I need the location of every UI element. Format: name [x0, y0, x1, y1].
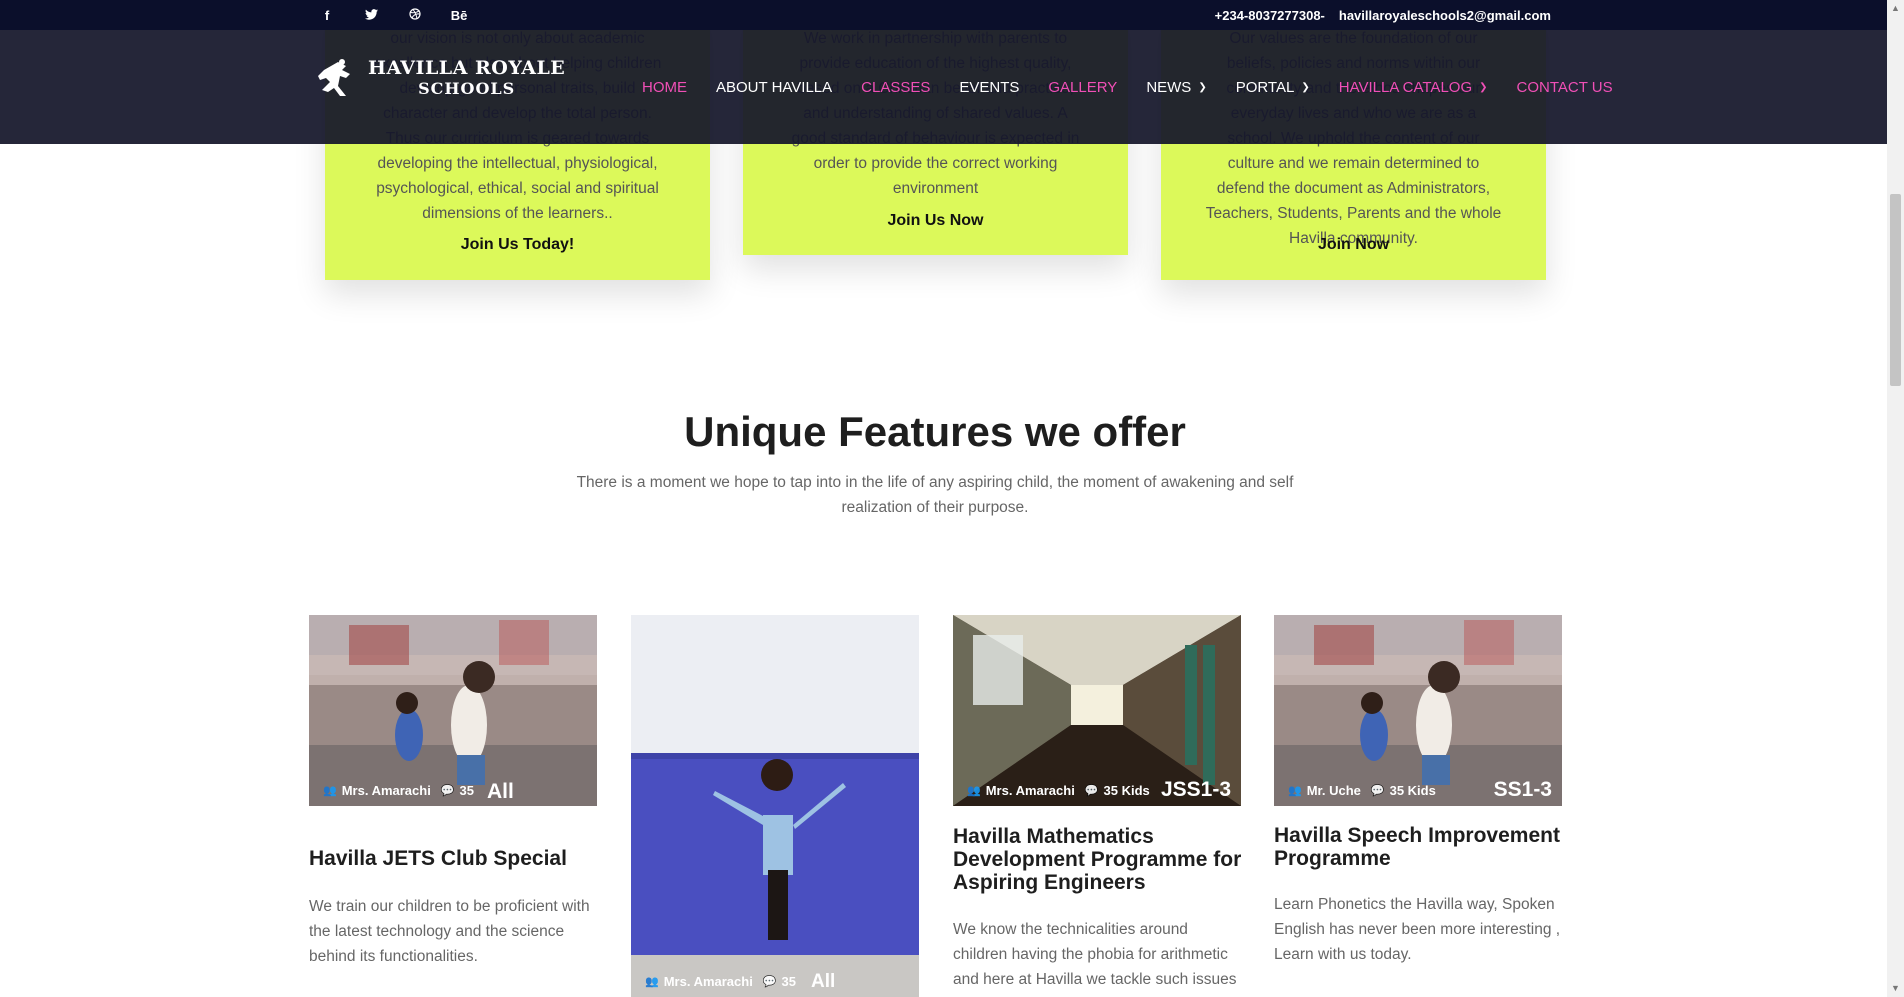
behance-icon[interactable]: Bē	[450, 8, 468, 23]
scroll-up-icon[interactable]: ▲	[1887, 0, 1904, 17]
comment-icon: 💬	[762, 976, 777, 988]
top-bar: f Bē +234-8037277308- havillaroyaleschoo…	[0, 0, 1887, 30]
comment-icon: 💬	[440, 785, 455, 797]
scroll-down-icon[interactable]: ▼	[1887, 980, 1904, 997]
running-children-photo	[309, 615, 597, 806]
feature-class-tag: All	[811, 971, 836, 992]
feature-description: Learn Phonetics the Havilla way, Spoken …	[1274, 896, 1561, 963]
feature-count: 35	[459, 783, 474, 798]
twitter-icon[interactable]	[362, 8, 380, 23]
join-us-now-button[interactable]: Join Us Now	[743, 208, 1128, 233]
chevron-down-icon: ❯	[1301, 81, 1310, 93]
main-nav: HOME ABOUT HAVILLA CLASSES EVENTS GALLER…	[642, 30, 1642, 144]
email-address[interactable]: havillaroyaleschools2@gmail.com	[1339, 8, 1551, 23]
join-us-today-button[interactable]: Join Us Today!	[325, 232, 710, 257]
feature-teacher: Mrs. Amarachi	[341, 783, 431, 798]
girl-wall-photo	[631, 615, 919, 997]
feature-title[interactable]: Havilla Speech Improvement Programme	[1274, 824, 1564, 870]
comment-icon: 💬	[1370, 785, 1385, 797]
feature-meta: 👥 Mr. Uche 💬 35 Kids	[1288, 783, 1436, 798]
feature-teacher: Mr. Uche	[1306, 783, 1361, 798]
logo-line-1: HAVILLA ROYALE	[368, 56, 566, 79]
nav-classes[interactable]: CLASSES	[861, 79, 930, 96]
feature-description: We train our children to be proficient w…	[309, 898, 590, 965]
section-subtitle: There is a moment we hope to tap into in…	[576, 474, 1294, 516]
feature-title[interactable]: Havilla Mathematics Development Programm…	[953, 825, 1243, 894]
nav-about-havilla[interactable]: ABOUT HAVILLA	[716, 79, 832, 96]
phone-number[interactable]: +234-8037277308-	[1215, 8, 1325, 23]
feature-meta: 👥 Mrs. Amarachi 💬 35 Kids	[967, 783, 1150, 798]
feature-teacher: Mrs. Amarachi	[985, 783, 1075, 798]
nav-events[interactable]: EVENTS	[959, 79, 1019, 96]
chevron-down-icon: ❯	[1479, 81, 1488, 93]
feature-count: 35 Kids	[1103, 783, 1150, 798]
feature-meta: 👥 Mrs. Amarachi 💬 35	[323, 783, 474, 798]
chevron-down-icon: ❯	[1198, 81, 1207, 93]
join-now-button[interactable]: Join Now	[1161, 232, 1546, 257]
nav-havilla-catalog[interactable]: HAVILLA CATALOG ❯	[1339, 79, 1488, 96]
section-title: Unique Features we offer	[684, 408, 1186, 455]
nav-home[interactable]: HOME	[642, 79, 687, 96]
logo-emblem-icon	[318, 59, 350, 96]
feature-teacher: Mrs. Amarachi	[663, 974, 753, 989]
nav-contact-us[interactable]: CONTACT US	[1517, 79, 1613, 96]
users-icon: 👥	[323, 785, 337, 797]
comment-icon: 💬	[1084, 785, 1099, 797]
dribbble-icon[interactable]	[406, 7, 424, 23]
feature-image[interactable]: 👥 Mrs. Amarachi 💬 35 Kids JSS1-3	[953, 615, 1241, 806]
nav-portal[interactable]: PORTAL ❯	[1236, 79, 1310, 96]
site-logo[interactable]: HAVILLA ROYALE SCHOOLS	[316, 56, 565, 100]
feature-class-tag: JSS1-3	[1160, 778, 1231, 801]
feature-description: We know the technicalities around childr…	[953, 921, 1237, 988]
users-icon: 👥	[1288, 785, 1302, 797]
feature-image[interactable]: 👥 Mr. Uche 💬 35 Kids SS1-3	[1274, 615, 1562, 806]
contact-info: +234-8037277308- havillaroyaleschools2@g…	[1215, 0, 1551, 30]
users-icon: 👥	[967, 785, 981, 797]
page-scrollbar[interactable]: ▲ ▼	[1887, 0, 1904, 997]
feature-class-tag: All	[487, 780, 514, 802]
feature-count: 35 Kids	[1389, 783, 1436, 798]
nav-news[interactable]: NEWS ❯	[1146, 79, 1206, 96]
site-header: HAVILLA ROYALE SCHOOLS HOME ABOUT HAVILL…	[0, 30, 1887, 144]
nav-gallery[interactable]: GALLERY	[1048, 79, 1117, 96]
feature-count: 35	[781, 974, 796, 989]
feature-image[interactable]: 👥 Mrs. Amarachi 💬 35 All	[631, 615, 919, 997]
users-icon: 👥	[645, 976, 659, 988]
social-links: f Bē	[318, 0, 468, 30]
scrollbar-thumb[interactable]	[1890, 194, 1901, 386]
feature-meta: 👥 Mrs. Amarachi 💬 35	[645, 974, 796, 989]
feature-title[interactable]: Havilla JETS Club Special	[309, 847, 599, 870]
facebook-icon[interactable]: f	[318, 8, 336, 23]
feature-image[interactable]: 👥 Mrs. Amarachi 💬 35 All	[309, 615, 597, 806]
feature-class-tag: SS1-3	[1493, 778, 1552, 801]
logo-line-2: SCHOOLS	[418, 78, 516, 98]
logo-text: HAVILLA ROYALE SCHOOLS	[368, 56, 566, 98]
